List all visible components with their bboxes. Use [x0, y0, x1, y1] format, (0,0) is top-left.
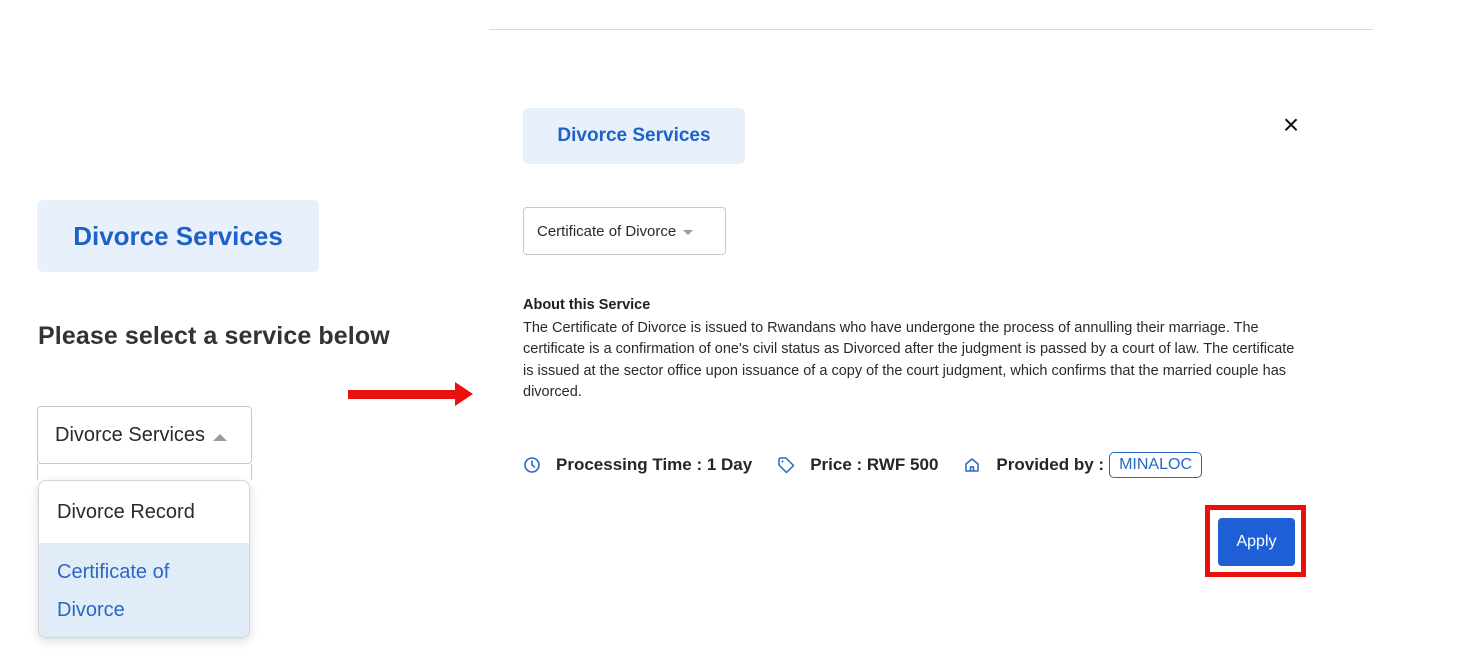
- caret-up-icon: [213, 433, 228, 441]
- select-service-heading: Please select a service below: [38, 322, 390, 350]
- apply-button[interactable]: Apply: [1218, 518, 1295, 566]
- modal-service-category-badge: Divorce Services: [523, 108, 745, 164]
- close-icon[interactable]: ×: [1278, 109, 1304, 140]
- home-icon: [963, 456, 981, 474]
- clock-icon: [523, 456, 541, 474]
- modal-service-select[interactable]: Certificate of Divorce: [523, 207, 726, 255]
- service-category-badge: Divorce Services: [37, 200, 319, 272]
- about-service-description: The Certificate of Divorce is issued to …: [523, 320, 1295, 400]
- provider-tag[interactable]: MINALOC: [1109, 452, 1202, 478]
- modal-service-select-value: Certificate of Divorce: [537, 222, 677, 240]
- annotation-arrow-shaft: [348, 390, 458, 399]
- top-divider: [489, 29, 1373, 30]
- select-dropdown-gap: [37, 464, 252, 480]
- tag-icon: [777, 456, 795, 474]
- dropdown-option-divorce-record[interactable]: Divorce Record: [39, 481, 249, 543]
- caret-down-icon: [683, 229, 694, 235]
- dropdown-option-certificate-of-divorce[interactable]: Certificate of Divorce: [39, 543, 249, 637]
- price-label: Price : RWF 500: [810, 455, 939, 474]
- service-info-row: Processing Time : 1 Day Price : RWF 500 …: [523, 451, 1202, 479]
- annotation-arrow-head: [455, 382, 473, 406]
- about-service-title: About this Service: [523, 297, 651, 313]
- processing-time-label: Processing Time : 1 Day: [556, 455, 753, 474]
- provided-by-label: Provided by :: [996, 455, 1105, 474]
- service-dropdown-menu: Divorce Record Certificate of Divorce: [38, 480, 250, 638]
- service-select[interactable]: Divorce Services: [37, 406, 252, 464]
- service-select-value: Divorce Services: [55, 423, 206, 446]
